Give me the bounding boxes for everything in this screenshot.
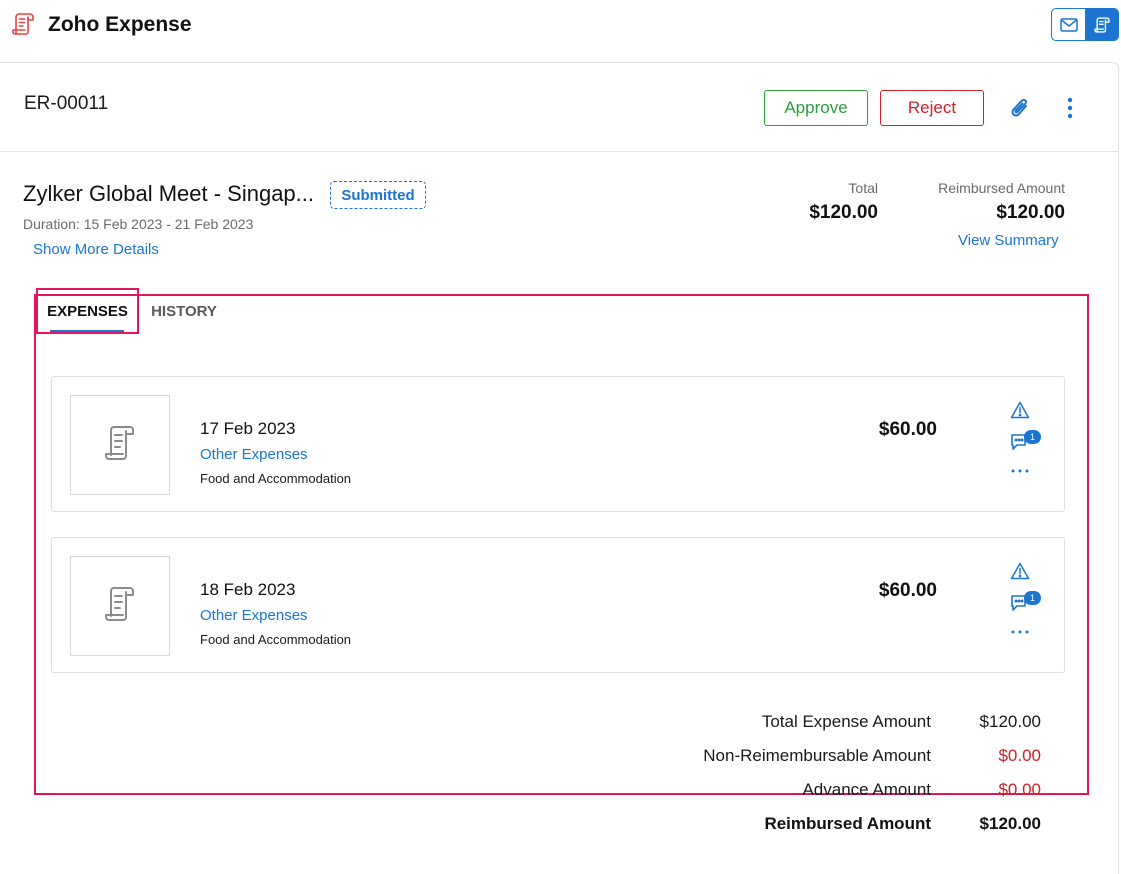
horizontal-dots-icon[interactable] xyxy=(1010,622,1030,634)
view-summary-link[interactable]: View Summary xyxy=(958,232,1059,249)
warning-icon[interactable] xyxy=(1010,562,1030,582)
expense-card[interactable]: 18 Feb 2023 Other Expenses Food and Acco… xyxy=(51,537,1065,673)
comment-count-badge: 1 xyxy=(1024,591,1041,605)
receipt-icon xyxy=(102,584,138,629)
status-badge: Submitted xyxy=(330,181,426,209)
receipt-logo-icon xyxy=(10,11,36,37)
summary-label: Non-Reimembursable Amount xyxy=(703,746,931,765)
expense-category-link[interactable]: Other Expenses xyxy=(200,446,308,463)
horizontal-dots-icon[interactable] xyxy=(1010,461,1030,473)
receipt-thumbnail[interactable] xyxy=(70,556,170,656)
expense-category-link[interactable]: Other Expenses xyxy=(200,607,308,624)
vertical-dots-icon[interactable] xyxy=(1060,93,1080,123)
mail-icon[interactable] xyxy=(1052,9,1085,40)
comment-icon[interactable]: 1 xyxy=(1010,430,1042,454)
report-duration: Duration: 15 Feb 2023 - 21 Feb 2023 xyxy=(23,216,254,232)
summary-label: Reimbursed Amount xyxy=(764,814,931,833)
expense-app-icon[interactable] xyxy=(1085,9,1118,40)
reimbursed-amount-label: Reimbursed Amount xyxy=(938,180,1065,196)
receipt-icon xyxy=(102,423,138,468)
app-title: Zoho Expense xyxy=(48,13,192,36)
summary-row-non-reimbursable: Non-Reimembursable Amount $0.00 xyxy=(500,746,1041,776)
approve-button[interactable]: Approve xyxy=(764,90,868,126)
summary-value: $120.00 xyxy=(979,712,1041,731)
summary-label: Advance Amount xyxy=(802,780,931,799)
receipt-thumbnail[interactable] xyxy=(70,395,170,495)
total-value: $120.00 xyxy=(809,202,878,223)
show-more-details-link[interactable]: Show More Details xyxy=(33,241,159,258)
summary-row-total-expense: Total Expense Amount $120.00 xyxy=(500,712,1041,742)
paperclip-icon[interactable] xyxy=(1006,93,1034,123)
reimbursed-amount-value: $120.00 xyxy=(996,202,1065,223)
warning-icon[interactable] xyxy=(1010,401,1030,421)
comment-count-badge: 1 xyxy=(1024,430,1041,444)
summary-value: $120.00 xyxy=(979,814,1041,833)
expense-description: Food and Accommodation xyxy=(200,632,352,647)
report-id: ER-00011 xyxy=(24,93,109,114)
report-header: ER-00011 Approve Reject xyxy=(0,63,1118,152)
expense-date: 18 Feb 2023 xyxy=(200,580,296,599)
report-name: Zylker Global Meet - Singap... xyxy=(23,181,315,206)
top-bar: Zoho Expense xyxy=(0,0,1121,52)
expense-amount: $60.00 xyxy=(878,580,937,601)
expense-amount: $60.00 xyxy=(878,419,937,440)
summary-row-reimbursed: Reimbursed Amount $120.00 xyxy=(500,814,1041,844)
summary-value: $0.00 xyxy=(998,746,1041,765)
summary-label: Total Expense Amount xyxy=(761,712,931,731)
expense-date: 17 Feb 2023 xyxy=(200,419,296,438)
reject-button[interactable]: Reject xyxy=(880,90,984,126)
summary-row-advance: Advance Amount $0.00 xyxy=(500,780,1041,810)
expense-description: Food and Accommodation xyxy=(200,471,352,486)
expense-card[interactable]: 17 Feb 2023 Other Expenses Food and Acco… xyxy=(51,376,1065,512)
app-switcher xyxy=(1051,8,1119,41)
summary-value: $0.00 xyxy=(998,780,1041,799)
total-label: Total xyxy=(848,180,878,196)
comment-icon[interactable]: 1 xyxy=(1010,591,1042,615)
